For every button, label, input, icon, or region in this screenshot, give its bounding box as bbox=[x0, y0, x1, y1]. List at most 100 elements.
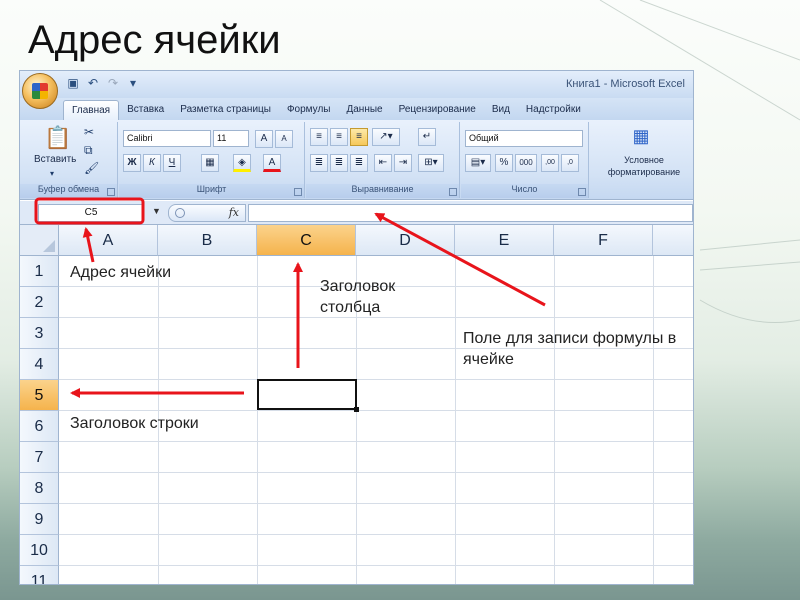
align-center-icon[interactable]: ≣ bbox=[330, 154, 348, 172]
italic-button[interactable]: К bbox=[143, 154, 161, 172]
ribbon: 📋 Вставить ▾ ✂ ⧉ 🖌 Буфер обмена Calibri … bbox=[20, 120, 693, 200]
increase-indent-icon[interactable]: ⇥ bbox=[394, 154, 412, 172]
ribbon-tabs: Главная Вставка Разметка страницы Формул… bbox=[20, 98, 693, 120]
font-color-icon[interactable]: A bbox=[263, 154, 281, 172]
name-box-dropdown-icon[interactable]: ▼ bbox=[152, 206, 161, 216]
wrap-text-icon[interactable]: ↵ bbox=[418, 128, 436, 146]
window-title: Книга1 - Microsoft Excel bbox=[566, 78, 685, 90]
row-header-10[interactable]: 10 bbox=[20, 535, 59, 566]
conditional-formatting-button[interactable]: Условное форматирование bbox=[596, 154, 692, 178]
column-header-a[interactable]: A bbox=[59, 225, 158, 256]
decrease-decimal-icon[interactable]: ,0 bbox=[561, 154, 579, 172]
row-header-4[interactable]: 4 bbox=[20, 349, 59, 380]
alignment-group: ≡ ≡ ≡ ↗▾ ↵ ≣ ≣ ≣ ⇤ ⇥ ⊞▾ Выравнивание bbox=[306, 122, 460, 198]
increase-decimal-icon[interactable]: ,00 bbox=[541, 154, 559, 172]
conditional-formatting-icon[interactable]: ▦ bbox=[630, 124, 652, 148]
copy-icon[interactable]: ⧉ bbox=[84, 142, 93, 158]
name-box[interactable]: C5 bbox=[38, 204, 144, 222]
formula-bar: C5 ▼ fx bbox=[20, 201, 693, 225]
tab-review[interactable]: Рецензирование bbox=[391, 100, 484, 120]
paste-dropdown-icon[interactable]: ▾ bbox=[50, 166, 54, 182]
customize-qat-icon[interactable]: ▾ bbox=[126, 76, 140, 90]
styles-group: ▦ Условное форматирование bbox=[590, 122, 693, 198]
column-header-annotation-line2: столбца bbox=[320, 299, 381, 316]
cut-icon[interactable]: ✂ bbox=[84, 124, 94, 140]
format-painter-icon[interactable]: 🖌 bbox=[84, 160, 99, 176]
borders-icon[interactable]: ▦ bbox=[201, 154, 219, 172]
tab-page-layout[interactable]: Разметка страницы bbox=[172, 100, 279, 120]
column-header-f[interactable]: F bbox=[554, 225, 653, 256]
office-button[interactable] bbox=[22, 73, 58, 109]
paste-button[interactable]: Вставить bbox=[34, 154, 76, 165]
row-header-1[interactable]: 1 bbox=[20, 256, 59, 287]
grid-line bbox=[59, 410, 693, 411]
cond-format-line2: форматирование bbox=[607, 167, 681, 177]
align-top-icon[interactable]: ≡ bbox=[310, 128, 328, 146]
column-header-d[interactable]: D bbox=[356, 225, 455, 256]
row-header-5[interactable]: 5 bbox=[20, 380, 59, 411]
font-launcher-icon[interactable] bbox=[294, 188, 302, 196]
select-all-corner[interactable] bbox=[20, 225, 59, 256]
row-header-3[interactable]: 3 bbox=[20, 318, 59, 349]
align-bottom-icon[interactable]: ≡ bbox=[350, 128, 368, 146]
slide-title: Адрес ячейки bbox=[28, 18, 281, 62]
merge-center-icon[interactable]: ⊞▾ bbox=[418, 154, 444, 172]
save-icon[interactable]: ▣ bbox=[66, 76, 80, 90]
title-bar: ▣ ↶ ↷ ▾ Книга1 - Microsoft Excel bbox=[20, 71, 693, 98]
paste-icon[interactable]: 📋 bbox=[44, 124, 71, 152]
tab-insert[interactable]: Вставка bbox=[119, 100, 172, 120]
number-launcher-icon[interactable] bbox=[578, 188, 586, 196]
column-header-annotation: Заголовок столбца bbox=[320, 276, 395, 318]
number-group: Общий ▤▾ % 000 ,00 ,0 Число bbox=[461, 122, 589, 198]
currency-format-icon[interactable]: ▤▾ bbox=[465, 154, 491, 172]
tab-home[interactable]: Главная bbox=[63, 100, 120, 120]
column-header-e[interactable]: E bbox=[455, 225, 554, 256]
clipboard-group-label: Буфер обмена bbox=[20, 184, 117, 198]
tab-formulas[interactable]: Формулы bbox=[279, 100, 339, 120]
grid-line bbox=[59, 379, 693, 380]
font-name-select[interactable]: Calibri bbox=[123, 130, 211, 147]
clipboard-launcher-icon[interactable] bbox=[107, 188, 115, 196]
decrease-indent-icon[interactable]: ⇤ bbox=[374, 154, 392, 172]
undo-icon[interactable]: ↶ bbox=[86, 76, 100, 90]
font-group-label: Шрифт bbox=[119, 184, 304, 198]
active-cell-c5[interactable] bbox=[257, 379, 359, 412]
redo-icon[interactable]: ↷ bbox=[106, 76, 120, 90]
thousands-button[interactable]: 000 bbox=[515, 154, 537, 172]
font-size-select[interactable]: 11 bbox=[213, 130, 249, 147]
grid-line bbox=[59, 565, 693, 566]
align-left-icon[interactable]: ≣ bbox=[310, 154, 328, 172]
insert-function-area[interactable]: fx bbox=[168, 204, 246, 222]
grid-line bbox=[554, 256, 555, 584]
fill-color-icon[interactable]: ◈ bbox=[233, 154, 251, 172]
shrink-font-icon[interactable]: A bbox=[275, 130, 293, 148]
grid-line bbox=[59, 503, 693, 504]
row-header-6[interactable]: 6 bbox=[20, 411, 59, 442]
formula-field-annotation-line2: ячейке bbox=[463, 351, 514, 368]
grow-font-icon[interactable]: A bbox=[255, 130, 273, 148]
tab-view[interactable]: Вид bbox=[484, 100, 518, 120]
tab-data[interactable]: Данные bbox=[338, 100, 390, 120]
column-header-b[interactable]: B bbox=[158, 225, 257, 256]
formula-field-annotation-line1: Поле для записи формулы в bbox=[463, 330, 677, 347]
align-middle-icon[interactable]: ≡ bbox=[330, 128, 348, 146]
underline-button[interactable]: Ч bbox=[163, 154, 181, 172]
row-header-8[interactable]: 8 bbox=[20, 473, 59, 504]
number-format-select[interactable]: Общий bbox=[465, 130, 583, 147]
percent-button[interactable]: % bbox=[495, 154, 513, 172]
bold-button[interactable]: Ж bbox=[123, 154, 141, 172]
row-header-9[interactable]: 9 bbox=[20, 504, 59, 535]
row-header-7[interactable]: 7 bbox=[20, 442, 59, 473]
tab-addins[interactable]: Надстройки bbox=[518, 100, 589, 120]
alignment-group-label: Выравнивание bbox=[306, 184, 459, 198]
align-right-icon[interactable]: ≣ bbox=[350, 154, 368, 172]
alignment-launcher-icon[interactable] bbox=[449, 188, 457, 196]
fx-icon[interactable]: fx bbox=[229, 206, 239, 219]
row-header-2[interactable]: 2 bbox=[20, 287, 59, 318]
column-header-g[interactable] bbox=[653, 225, 693, 256]
formula-input[interactable] bbox=[248, 204, 693, 222]
column-header-c[interactable]: C bbox=[257, 225, 356, 256]
row-header-11[interactable]: 11 bbox=[20, 566, 59, 584]
orientation-icon[interactable]: ↗▾ bbox=[372, 128, 400, 146]
grid-line bbox=[59, 472, 693, 473]
